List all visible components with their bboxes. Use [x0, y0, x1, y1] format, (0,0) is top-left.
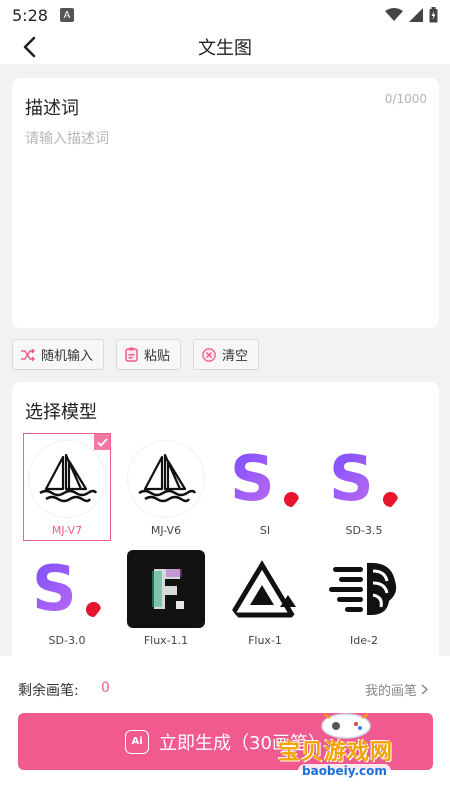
wifi-icon [385, 8, 403, 21]
signal-icon [409, 8, 423, 22]
bottom-panel: 剩余画笔: 0 我的画笔 Ai 立即生成（30画笔） [0, 656, 450, 800]
status-time: 5:28 [12, 5, 48, 25]
s-dot-logo-icon: S [226, 440, 304, 518]
random-input-label: 随机输入 [41, 349, 94, 364]
sailboat-logo-icon [28, 440, 106, 518]
model-item-flux-1[interactable]: Flux-1 [221, 543, 309, 651]
shuffle-icon [21, 348, 35, 361]
model-label: SD-3.0 [48, 634, 86, 647]
description-title: 描述词 [25, 98, 79, 119]
paste-button[interactable]: 粘贴 [116, 339, 182, 370]
paste-label: 粘贴 [144, 349, 171, 364]
sailboat-logo-icon [127, 440, 205, 518]
status-bar: 5:28 A [0, 0, 450, 30]
model-item-ide-2[interactable]: Ide-2 [320, 543, 408, 651]
my-brush-label: 我的画笔 [364, 684, 417, 699]
check-icon [94, 434, 110, 450]
clear-label: 清空 [222, 349, 249, 364]
model-item-sd-3-5[interactable]: S SD-3.5 [320, 433, 408, 541]
model-item-mj-v6[interactable]: MJ-V6 [122, 433, 210, 541]
back-button[interactable] [14, 32, 44, 62]
model-label: Flux-1.1 [143, 634, 189, 647]
ai-icon: Ai [125, 729, 150, 754]
generate-button[interactable]: Ai 立即生成（30画笔） [18, 713, 433, 770]
clear-icon [202, 347, 216, 362]
notification-icon: A [59, 8, 74, 22]
description-card: 描述词 0/1000 [12, 78, 439, 328]
flux-f-logo-icon [127, 550, 205, 628]
remaining-brush-value: 0 [101, 680, 110, 696]
generate-label: 立即生成（30画笔） [159, 732, 326, 754]
model-item-si[interactable]: S SI [221, 433, 309, 541]
chevron-left-icon [23, 36, 36, 58]
s-dot-logo-icon: S [28, 550, 106, 628]
triangle-logo-icon [226, 550, 304, 628]
clear-button[interactable]: 清空 [193, 339, 260, 370]
model-item-sd-3-0[interactable]: S SD-3.0 [23, 543, 111, 651]
s-dot-logo-icon: S [325, 440, 403, 518]
chevron-right-icon [421, 684, 428, 695]
model-item-flux-1-1[interactable]: Flux-1.1 [122, 543, 210, 651]
model-label: Flux-1 [248, 634, 282, 647]
brain-logo-icon [325, 550, 403, 628]
model-label: Ide-2 [350, 634, 378, 647]
character-counter: 0/1000 [384, 92, 427, 106]
battery-icon [429, 7, 438, 23]
model-label: MJ-V6 [150, 524, 182, 537]
page-title: 文生图 [198, 38, 252, 59]
my-brush-link[interactable]: 我的画笔 [365, 680, 428, 699]
description-input[interactable] [25, 128, 425, 308]
model-item-mj-v7[interactable]: MJ-V7 [23, 433, 111, 541]
app-header: 文生图 [0, 30, 450, 64]
model-label: MJ-V7 [51, 524, 83, 537]
action-row: 随机输入 粘贴 清空 [12, 339, 260, 370]
model-label: SI [259, 524, 271, 537]
status-icons [385, 7, 438, 23]
clipboard-icon [125, 347, 138, 362]
random-input-button[interactable]: 随机输入 [12, 339, 105, 370]
model-grid: MJ-V7 MJ-V6 S SI S SD-3.5 S SD-3.0 Flux-… [23, 433, 408, 651]
model-label: SD-3.5 [345, 524, 383, 537]
remaining-brush-label: 剩余画笔: [18, 683, 79, 699]
model-section-title: 选择模型 [25, 402, 97, 423]
model-card: 选择模型 MJ-V7 MJ-V6 S SI S SD-3.5 S SD-3.0 … [12, 382, 439, 662]
